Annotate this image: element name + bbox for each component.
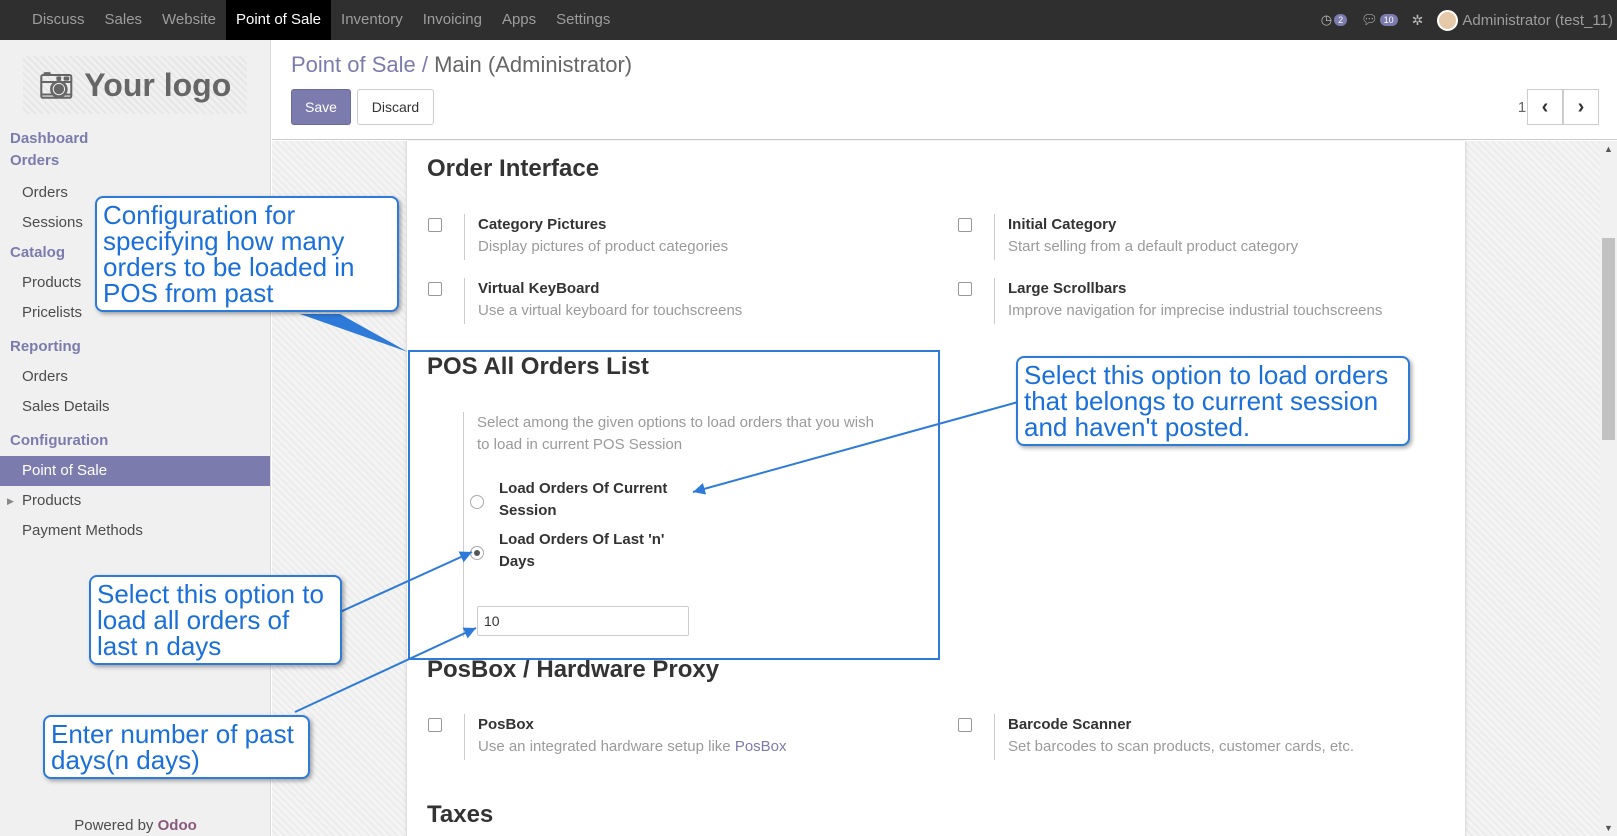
- systray: ◷ 2 💬︎ 10 ✲ Administrator (test_11): [1320, 9, 1617, 31]
- powered-by: Powered by Odoo: [0, 817, 271, 834]
- sidebar-item-sales-details[interactable]: Sales Details: [0, 392, 270, 422]
- setting-description: Improve navigation for imprecise industr…: [1008, 302, 1383, 319]
- discard-button[interactable]: Discard: [357, 89, 434, 125]
- callout-last-n-days: Select this option to load all orders of…: [89, 575, 342, 665]
- caret-right-icon: ▶: [7, 496, 14, 506]
- sidebar-reporting-head[interactable]: Reporting: [0, 336, 270, 358]
- setting-text: Category Pictures Display pictures of pr…: [464, 214, 728, 260]
- sidebar-item-point-of-sale[interactable]: Point of Sale: [0, 456, 270, 486]
- breadcrumb-separator: /: [415, 52, 435, 77]
- company-logo[interactable]: 📷︎ Your logo: [23, 56, 247, 114]
- user-name: Administrator (test_11): [1462, 11, 1613, 29]
- odoo-link[interactable]: Odoo: [158, 817, 197, 834]
- scroll-up-arrow-icon[interactable]: ▲: [1600, 144, 1617, 154]
- app-apps[interactable]: Apps: [492, 0, 546, 40]
- sidebar-dashboard[interactable]: Dashboard: [0, 128, 270, 150]
- callout-config: Configuration for specifying how many or…: [95, 196, 399, 312]
- chevron-right-icon: ›: [1577, 95, 1585, 118]
- logo-text: Your logo: [84, 66, 232, 103]
- app-sales[interactable]: Sales: [95, 0, 153, 40]
- setting-title: Barcode Scanner: [1008, 716, 1132, 733]
- barcode-scanner-checkbox[interactable]: [958, 718, 972, 732]
- setting-title: Category Pictures: [478, 216, 607, 233]
- messages-badge: 10: [1379, 14, 1398, 26]
- app-inventory[interactable]: Inventory: [331, 0, 413, 40]
- setting-title: Large Scrollbars: [1008, 280, 1127, 297]
- breadcrumb-current: Main (Administrator): [434, 52, 633, 77]
- setting-text: Initial Category Start selling from a de…: [994, 214, 1298, 260]
- setting-description: Display pictures of product categories: [478, 238, 729, 255]
- breadcrumb-parent[interactable]: Point of Sale: [291, 52, 416, 77]
- activity-button[interactable]: ◷ 2: [1320, 12, 1348, 28]
- pager-next-button[interactable]: ›: [1563, 89, 1599, 125]
- scrollbar-thumb[interactable]: [1602, 238, 1615, 440]
- app-discuss[interactable]: Discuss: [22, 0, 95, 40]
- description-line: Select among the given options to load o…: [477, 414, 874, 431]
- top-navbar: Discuss Sales Website Point of Sale Inve…: [0, 0, 1617, 40]
- app-invoicing[interactable]: Invoicing: [413, 0, 492, 40]
- radio-current-session[interactable]: [470, 495, 484, 509]
- setting-text: Large Scrollbars Improve navigation for …: [994, 278, 1382, 324]
- save-button[interactable]: Save: [291, 89, 351, 125]
- control-panel: Point of Sale / Main (Administrator) Sav…: [272, 40, 1617, 140]
- scroll-down-arrow-icon[interactable]: ▼: [1600, 823, 1617, 833]
- app-point-of-sale[interactable]: Point of Sale: [225, 0, 332, 40]
- messages-button[interactable]: 💬︎ 10: [1361, 12, 1398, 28]
- user-menu[interactable]: Administrator (test_11): [1437, 9, 1613, 31]
- setting-description: Use an integrated hardware setup like Po…: [478, 736, 787, 758]
- setting-text: Barcode Scanner Set barcodes to scan pro…: [994, 714, 1354, 760]
- large-scrollbars-checkbox[interactable]: [958, 282, 972, 296]
- days-input[interactable]: [477, 606, 689, 636]
- sidebar-item-config-products[interactable]: ▶ Products: [0, 486, 270, 516]
- section-title-posbox: PosBox / Hardware Proxy: [427, 656, 720, 683]
- form-sheet: Order Interface Category Pictures Displa…: [406, 141, 1466, 836]
- description-line: to load in current POS Session: [477, 436, 683, 453]
- avatar: [1437, 9, 1459, 31]
- setting-title: Initial Category: [1008, 216, 1117, 233]
- form-view: Order Interface Category Pictures Displa…: [272, 141, 1600, 836]
- radio-last-n-days[interactable]: [470, 546, 484, 560]
- pager-previous-button[interactable]: ‹: [1527, 89, 1563, 125]
- page-scrollbar[interactable]: ▲ ▼: [1600, 141, 1617, 836]
- sidebar-item-label: Products: [22, 492, 82, 509]
- app-menu: Discuss Sales Website Point of Sale Inve…: [0, 0, 620, 40]
- sidebar-item-payment-methods[interactable]: Payment Methods: [0, 516, 270, 546]
- setting-text: Virtual KeyBoard Use a virtual keyboard …: [464, 278, 742, 324]
- posbox-desc-text: Use an integrated hardware setup like: [478, 738, 735, 755]
- section-title-pos-orders: POS All Orders List: [427, 353, 649, 380]
- callout-enter-days: Enter number of past days(n days): [43, 715, 310, 779]
- breadcrumb: Point of Sale / Main (Administrator): [291, 52, 632, 78]
- section-title-order-interface: Order Interface: [427, 155, 600, 182]
- clock-icon: ◷: [1320, 12, 1333, 27]
- sidebar-item-report-orders[interactable]: Orders: [0, 362, 270, 392]
- setting-text: PosBox Use an integrated hardware setup …: [464, 714, 787, 760]
- initial-category-checkbox[interactable]: [958, 218, 972, 232]
- bug-icon[interactable]: ✲: [1412, 12, 1424, 29]
- activity-badge: 2: [1334, 14, 1348, 26]
- setting-title: Virtual KeyBoard: [478, 280, 600, 297]
- powered-prefix: Powered by: [74, 817, 158, 834]
- virtual-keyboard-checkbox[interactable]: [428, 282, 442, 296]
- app-settings[interactable]: Settings: [546, 0, 620, 40]
- posbox-checkbox[interactable]: [428, 718, 442, 732]
- chat-icon: 💬︎: [1361, 12, 1378, 27]
- radio-current-session-label[interactable]: Load Orders Of Current Session: [499, 478, 699, 522]
- callout-current-session: Select this option to load orders that b…: [1016, 356, 1410, 446]
- radio-last-n-days-label[interactable]: Load Orders Of Last 'n' Days: [499, 529, 699, 573]
- setting-description: Use a virtual keyboard for touchscreens: [478, 302, 743, 319]
- chevron-left-icon: ‹: [1541, 95, 1549, 118]
- category-pictures-checkbox[interactable]: [428, 218, 442, 232]
- pos-orders-description: Select among the given options to load o…: [463, 412, 903, 637]
- camera-icon: 📷︎: [38, 69, 75, 101]
- sidebar-configuration-head[interactable]: Configuration: [0, 430, 270, 452]
- section-title-taxes: Taxes: [427, 801, 494, 828]
- setting-description: Start selling from a default product cat…: [1008, 238, 1299, 255]
- posbox-link[interactable]: PosBox: [735, 738, 787, 755]
- app-website[interactable]: Website: [152, 0, 226, 40]
- setting-title: PosBox: [478, 716, 534, 733]
- setting-description: Set barcodes to scan products, customer …: [1008, 738, 1354, 755]
- sidebar-orders-head[interactable]: Orders: [0, 150, 270, 172]
